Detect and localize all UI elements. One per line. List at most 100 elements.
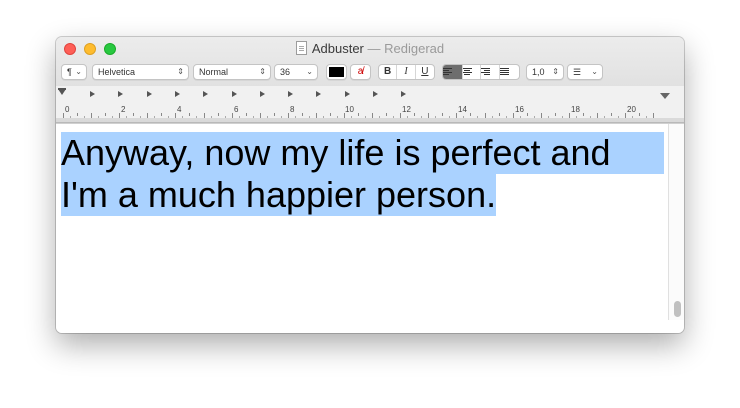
ruler-tick	[519, 116, 521, 118]
tab-stop-marker[interactable]	[316, 91, 322, 97]
titlebar: Adbuster — Redigerad ¶ ⌄ Helvetica ⇕ Norma…	[56, 37, 684, 123]
text-line-1[interactable]: Anyway, now my life is perfect and	[61, 132, 664, 174]
ruler-tick	[470, 113, 472, 116]
font-size-value: 36	[280, 67, 291, 77]
ruler-tick	[175, 113, 177, 118]
document-area[interactable]: Anyway, now my life is perfect and I'm a…	[56, 123, 684, 333]
tab-stop-marker[interactable]	[259, 91, 265, 97]
ruler-tick	[547, 116, 549, 118]
right-indent-marker[interactable]	[660, 93, 670, 99]
textedit-window: Adbuster — Redigerad ¶ ⌄ Helvetica ⇕ Norma…	[56, 37, 684, 333]
paragraph-label: ¶	[67, 67, 72, 77]
ruler-tick	[84, 116, 86, 118]
ruler-tick	[238, 116, 240, 118]
ruler-tick	[639, 113, 641, 116]
underline-button[interactable]: U	[416, 65, 434, 79]
ruler-tick	[589, 116, 591, 118]
ruler-tick	[351, 116, 353, 118]
ruler-tick	[217, 113, 219, 116]
ruler-tick	[70, 116, 72, 118]
italic-button[interactable]: I	[397, 65, 416, 79]
justify-button[interactable]	[499, 65, 519, 79]
font-size-combo[interactable]: 36 ⌄	[274, 64, 318, 80]
ruler-tick	[400, 113, 402, 118]
scroll-thumb[interactable]	[674, 301, 681, 317]
tab-stop-marker[interactable]	[231, 91, 237, 97]
ruler-tick	[512, 113, 514, 118]
align-left-icon	[443, 68, 452, 76]
ruler-tick	[154, 116, 156, 118]
document-icon	[295, 41, 307, 55]
vertical-scrollbar[interactable]	[668, 124, 684, 320]
ruler-label: 20	[627, 105, 636, 114]
font-family-select[interactable]: Helvetica ⇕	[92, 64, 189, 80]
text-color-swatch	[329, 67, 344, 77]
text-color-well[interactable]	[326, 64, 347, 80]
font-style-value: Normal	[199, 67, 229, 77]
tab-stop-marker[interactable]	[203, 91, 209, 97]
ruler-tick	[561, 116, 563, 118]
ruler[interactable]: 0 2 4 6 8 10 12 14 16 18 20	[56, 86, 684, 118]
tab-stop-marker[interactable]	[344, 91, 350, 97]
ruler-tick	[372, 113, 374, 118]
ruler-tick	[463, 116, 465, 118]
ruler-tick	[308, 116, 310, 118]
line-spacing-value: 1,0	[532, 67, 545, 77]
ruler-tick	[189, 113, 191, 116]
ruler-label: 10	[345, 105, 354, 114]
left-indent-marker[interactable]	[58, 89, 66, 95]
ruler-tick	[365, 116, 367, 118]
ruler-tick	[140, 116, 142, 118]
ruler-tick	[575, 116, 577, 118]
ruler-tick	[379, 116, 381, 118]
title-status: — Redigerad	[367, 41, 445, 56]
tab-stop-marker[interactable]	[373, 91, 378, 97]
tab-stop-marker[interactable]	[288, 91, 294, 97]
ruler-tick	[386, 113, 388, 116]
tab-stop-marker[interactable]	[146, 91, 152, 97]
ruler-label: 4	[177, 105, 182, 114]
ruler-tick	[182, 116, 184, 118]
ruler-tick	[435, 116, 437, 118]
ruler-tick	[315, 113, 317, 118]
tab-stop-marker[interactable]	[118, 91, 124, 97]
tab-stop-marker[interactable]	[174, 91, 180, 97]
tab-stop-marker[interactable]	[401, 91, 407, 97]
updown-arrows-icon: ⇕	[177, 67, 184, 76]
background-color-well[interactable]: a̸	[350, 64, 371, 80]
chevron-down-icon: ⌄	[306, 67, 313, 76]
ruler-tick	[646, 116, 648, 118]
style-buttons: B I U	[378, 64, 435, 80]
font-style-select[interactable]: Normal ⇕	[193, 64, 271, 80]
ruler-tick	[568, 113, 570, 118]
tab-stop-marker[interactable]	[90, 91, 95, 97]
align-left-button[interactable]	[443, 65, 463, 79]
ruler-tick	[582, 113, 584, 116]
line-spacing-select[interactable]: 1,0 ⇕	[526, 64, 564, 80]
ruler-tick	[407, 116, 409, 118]
ruler-tick	[456, 113, 458, 118]
ruler-tick	[617, 116, 619, 118]
list-bullets-select[interactable]: ☰ ⌄	[567, 64, 603, 80]
ruler-label: 8	[290, 105, 295, 114]
align-right-button[interactable]	[481, 65, 500, 79]
text-line-2[interactable]: I'm a much happier person.	[61, 174, 497, 216]
document-text[interactable]: Anyway, now my life is perfect and I'm a…	[61, 132, 671, 216]
ruler-tick	[477, 116, 479, 118]
ruler-tick	[540, 113, 542, 118]
ruler-label: 6	[234, 105, 239, 114]
ruler-tick	[596, 113, 598, 118]
ruler-tick	[280, 116, 282, 118]
align-center-button[interactable]	[462, 65, 482, 79]
ruler-tick	[358, 113, 360, 116]
ruler-tick	[414, 113, 416, 116]
bold-button[interactable]: B	[379, 65, 398, 79]
ruler-tick	[533, 116, 535, 118]
ruler-tick	[287, 113, 289, 118]
ruler-tick	[252, 116, 254, 118]
ruler-tick	[259, 113, 261, 118]
ruler-tick	[266, 116, 268, 118]
title-name: Adbuster	[311, 41, 364, 56]
ruler-tick	[449, 116, 451, 118]
paragraph-styles-popup[interactable]: ¶ ⌄	[61, 64, 87, 80]
